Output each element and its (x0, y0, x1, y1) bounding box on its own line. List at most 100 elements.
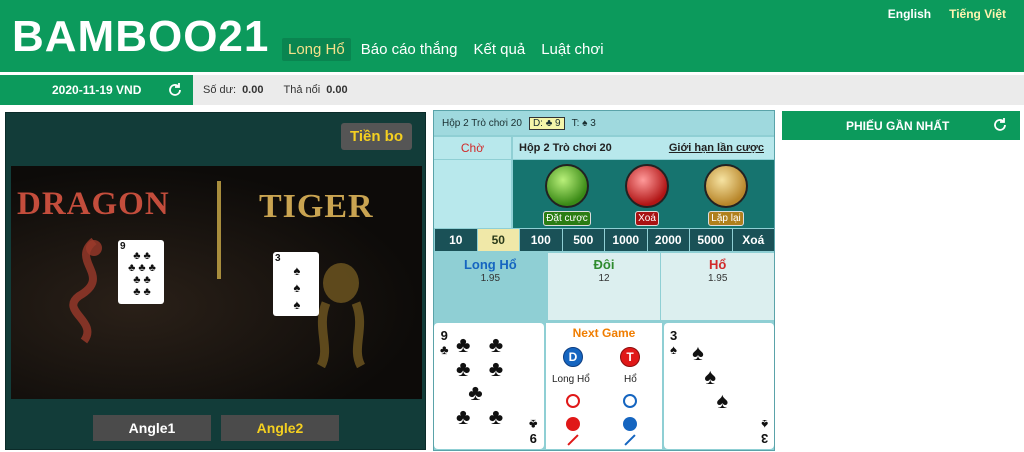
dragon-card-corner-suit: ♣ (440, 342, 449, 357)
tiger-card-corner-bottom-suit: ♠ (760, 417, 768, 432)
bet-dragon[interactable]: Long Hổ 1.95 (434, 253, 547, 320)
dragon-card-corner-bottom-suit: ♣ (529, 417, 538, 432)
spade-pips-icon: ♠ ♠ ♠ (686, 340, 729, 413)
nav-long-ho[interactable]: Long Hổ (282, 38, 351, 61)
angle2-button[interactable]: Angle2 (221, 415, 339, 441)
next-game-title: Next Game (572, 326, 636, 340)
bet-tie-name: Đôi (593, 257, 615, 272)
dragon-result-badge: D: ♣ 9 (528, 116, 565, 130)
nav-rules[interactable]: Luật chơi (535, 38, 609, 61)
game-label: Hộp 2 Trò chơi 20 (519, 142, 612, 154)
dragon-title: DRAGON (17, 186, 170, 222)
bet-tiger-name: Hổ (709, 257, 727, 272)
dragon-badge: D (563, 347, 583, 367)
dragon-card-corner: 9 ♣ (440, 329, 449, 357)
nav-results[interactable]: Kết quả (467, 38, 531, 61)
bet-tiger[interactable]: Hổ 1.95 (661, 253, 775, 320)
big-road-dragon-icon (566, 394, 580, 408)
game-header: Hộp 2 Trò chơi 20 Giới hạn lần cược (513, 137, 774, 159)
language-switcher: English Tiếng Việt (888, 7, 1006, 21)
game-status-header: Hộp 2 Trò chơi 20 D: ♣ 9 T: ♠ 3 (434, 111, 774, 135)
chip-100[interactable]: 100 (520, 229, 562, 251)
repeat-bet-icon (704, 164, 748, 208)
bet-limit-link[interactable]: Giới hạn lần cược (669, 142, 764, 154)
bet-dragon-odds: 1.95 (480, 273, 501, 284)
repeat-bet-label: Lặp lại (708, 211, 744, 226)
dragon-card-corner-bottom-rank: 9 (530, 431, 538, 446)
chip-selector: 10 50 100 500 1000 2000 5000 Xoá (434, 229, 774, 251)
tiger-card-rank: 3 (275, 253, 281, 264)
date-currency: 2020-11-19 VND (0, 75, 193, 105)
clear-bet-icon (625, 164, 669, 208)
balance-label: Số dư: (203, 84, 237, 96)
status-area (434, 160, 511, 228)
dragon-dealt-card: 9 ♣ ♣ ♣ ♣ ♣ ♣ ♣ ♣ ♣ (118, 240, 164, 304)
club-pips-icon: ♣ ♣ ♣ ♣ ♣ ♣ ♣ (456, 332, 504, 429)
top-navigation-bar: BAMBOO21 Long Hổ Báo cáo thắng Kết quả L… (0, 0, 1024, 72)
chip-clear[interactable]: Xoá (732, 229, 774, 251)
cockroach-tiger-icon (624, 434, 636, 446)
video-frame: DRAGON TIGER 9 ♣ ♣ ♣ ♣ ♣ ♣ ♣ ♣ ♣ 3 ♠ ♠ ♠ (11, 166, 422, 399)
chip-5000[interactable]: 5000 (690, 229, 732, 251)
chip-500[interactable]: 500 (562, 229, 604, 251)
tiger-card-corner-bottom-rank: 3 (760, 431, 768, 446)
clear-bet-label: Xoá (635, 211, 659, 226)
tiger-illustration-icon (316, 263, 366, 368)
repeat-bet-button[interactable]: Lặp lại (696, 164, 756, 226)
table-divider (217, 181, 221, 279)
dragon-card: 9 ♣ ♣ ♣ ♣ ♣ ♣ ♣ ♣ 9 ♣ (434, 323, 544, 449)
clear-bet-button[interactable]: Xoá (617, 164, 677, 226)
betting-panel: Hộp 2 Trò chơi 20 D: ♣ 9 T: ♠ 3 Chờ Hộp … (433, 110, 775, 451)
small-road-dragon-icon (566, 417, 580, 431)
balance-value: 0.00 (242, 84, 264, 96)
next-tiger-label: Hổ (624, 374, 637, 385)
chip-1000[interactable]: 1000 (605, 229, 647, 251)
bet-action-buttons: Đặt cược Xoá Lặp lại (513, 160, 774, 228)
shoe-game-label: Hộp 2 Trò chơi 20 (442, 117, 522, 129)
tiger-title: TIGER (259, 188, 374, 225)
status-waiting: Chờ (434, 137, 511, 159)
dragon-card-corner-rank: 9 (440, 328, 448, 343)
balance-bar: 2020-11-19 VND Số dư: 0.00 Thả nổi 0.00 (0, 75, 1024, 105)
recent-tickets-header: PHIẾU GẦN NHẤT (782, 111, 1020, 140)
float-label: Thả nổi (283, 84, 321, 96)
place-bet-icon (545, 164, 589, 208)
refresh-icon[interactable] (992, 117, 1008, 133)
tiger-card-corner-rank: 3 (670, 328, 678, 343)
next-game-roadmap: Next Game D T Long Hổ Hổ (546, 323, 662, 449)
tiger-dealt-card: 3 ♠ ♠ ♠ (273, 252, 319, 316)
float-value: 0.00 (326, 84, 348, 96)
brand-logo[interactable]: BAMBOO21 (12, 12, 269, 62)
tip-button[interactable]: Tiền bo (340, 123, 412, 150)
lang-english[interactable]: English (888, 7, 931, 21)
chip-2000[interactable]: 2000 (647, 229, 689, 251)
tiger-card-corner-bottom: 3 ♠ (760, 417, 768, 446)
dragon-card-corner-bottom: 9 ♣ (529, 417, 538, 446)
tiger-badge: T (620, 347, 640, 367)
next-dragon-label: Long Hổ (552, 374, 590, 385)
refresh-icon[interactable] (167, 82, 183, 98)
place-bet-label: Đặt cược (543, 211, 591, 226)
cockroach-dragon-icon (567, 434, 579, 446)
bet-tie[interactable]: Đôi 12 (547, 253, 661, 320)
recent-tickets-title: PHIẾU GẦN NHẤT (846, 118, 950, 133)
chip-50[interactable]: 50 (477, 229, 519, 251)
tiger-result-label: T: ♠ 3 (571, 117, 596, 129)
dragon-card-pips: ♣ ♣ ♣ ♣ ♣ ♣ ♣ ♣ ♣ (128, 250, 156, 298)
dragon-card-rank: 9 (120, 241, 126, 252)
lang-vietnamese[interactable]: Tiếng Việt (949, 7, 1006, 21)
bet-dragon-name: Long Hổ (463, 257, 517, 272)
chip-10[interactable]: 10 (435, 229, 477, 251)
small-road-tiger-icon (623, 417, 637, 431)
tiger-card-corner: 3 ♠ (670, 329, 677, 357)
date-currency-text: 2020-11-19 VND (52, 83, 142, 97)
place-bet-button[interactable]: Đặt cược (537, 164, 597, 226)
live-video-stream: Tiền bo DRAGON TIGER 9 ♣ ♣ ♣ ♣ ♣ ♣ ♣ ♣ ♣ 3 … (5, 112, 426, 450)
tiger-card-corner-suit: ♠ (670, 342, 678, 357)
bet-tie-odds: 12 (598, 273, 610, 284)
main-nav: Long Hổ Báo cáo thắng Kết quả Luật chơi (282, 38, 610, 61)
nav-win-report[interactable]: Báo cáo thắng (355, 38, 464, 61)
angle1-button[interactable]: Angle1 (93, 415, 211, 441)
big-road-tiger-icon (623, 394, 637, 408)
bet-options: Long Hổ 1.95 Đôi 12 Hổ 1.95 (434, 253, 775, 320)
